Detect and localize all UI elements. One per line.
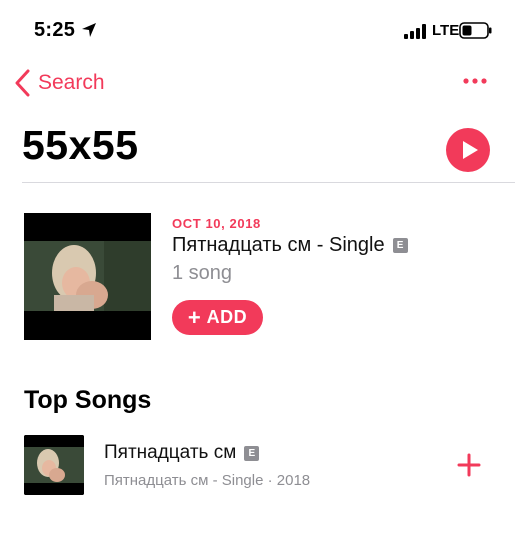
- network-label: LTE: [432, 22, 460, 39]
- explicit-badge: E: [244, 445, 260, 461]
- page-title: 55x55: [22, 122, 139, 168]
- signal-icon: [404, 24, 426, 39]
- song-title-row: Пятнадцать см E: [104, 442, 260, 464]
- add-label: ADD: [206, 307, 248, 327]
- album-artwork-image: [24, 213, 151, 340]
- play-button[interactable]: [446, 128, 490, 172]
- song-title: Пятнадцать см: [104, 442, 237, 463]
- chevron-left-icon: [15, 69, 30, 97]
- location-arrow-icon: [82, 23, 96, 37]
- release-date: OCT 10, 2018: [172, 216, 261, 231]
- plus-icon: +: [187, 304, 201, 330]
- play-icon: [463, 141, 478, 159]
- explicit-badge: E: [392, 238, 408, 253]
- add-button[interactable]: + ADD: [172, 300, 263, 335]
- section-title-top-songs: Top Songs: [24, 386, 152, 414]
- plus-icon[interactable]: [456, 452, 482, 478]
- back-button[interactable]: Search: [14, 68, 105, 98]
- status-time: 5:25: [34, 19, 76, 41]
- battery-icon: [459, 22, 492, 39]
- album-title: Пятнадцать см - Single: [172, 234, 385, 256]
- album-artwork[interactable]: [24, 213, 151, 340]
- back-label: Search: [38, 71, 105, 94]
- song-subtitle: Пятнадцать см - Single · 2018: [104, 472, 311, 489]
- album-title-row: Пятнадцать см - Single E: [172, 234, 408, 257]
- song-artwork: [24, 435, 84, 495]
- song-row[interactable]: Пятнадцать см E Пятнадцать см - Single ·…: [0, 430, 515, 500]
- song-count: 1 song: [172, 262, 233, 284]
- more-icon[interactable]: [463, 76, 487, 86]
- status-bar: 5:25 LTE: [0, 0, 515, 60]
- divider: [22, 182, 515, 183]
- song-artwork-image: [24, 435, 84, 495]
